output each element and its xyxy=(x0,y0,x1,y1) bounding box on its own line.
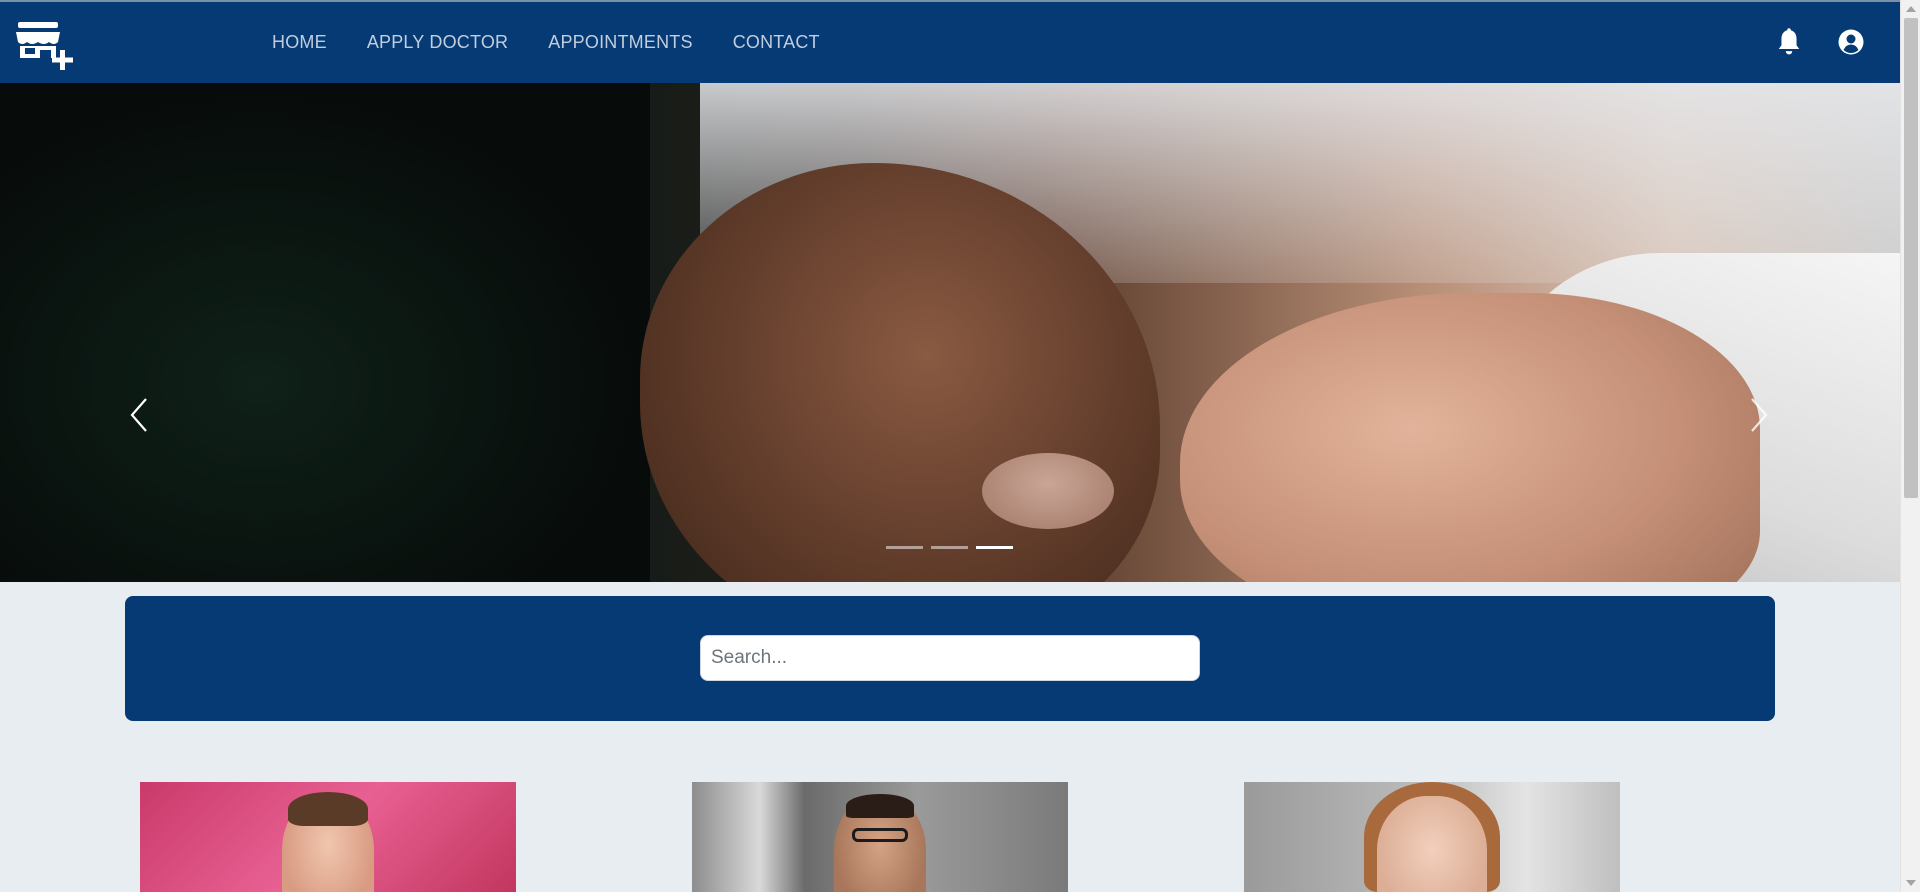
doctor-card[interactable] xyxy=(1244,782,1620,892)
main-nav: HOME APPLY DOCTOR APPOINTMENTS CONTACT xyxy=(272,2,820,83)
nav-link-appointments[interactable]: APPOINTMENTS xyxy=(548,32,692,53)
scrollbar-thumb[interactable] xyxy=(1904,18,1918,498)
doctor-photo-glasses xyxy=(852,828,908,842)
hero-image-thumb xyxy=(982,453,1114,529)
navbar: HOME APPLY DOCTOR APPOINTMENTS CONTACT xyxy=(0,2,1900,83)
hero-image-hand xyxy=(1180,293,1760,582)
nav-icon-group xyxy=(1776,28,1864,56)
nav-link-home[interactable]: HOME xyxy=(272,32,327,53)
search-panel xyxy=(125,596,1775,721)
bell-icon[interactable] xyxy=(1776,28,1802,56)
doctor-card[interactable] xyxy=(692,782,1068,892)
nav-link-contact[interactable]: CONTACT xyxy=(733,32,820,53)
doctor-card[interactable] xyxy=(140,782,516,892)
carousel-indicator-1[interactable] xyxy=(886,546,923,549)
search-input[interactable] xyxy=(700,635,1200,681)
nav-link-apply-doctor[interactable]: APPLY DOCTOR xyxy=(367,32,508,53)
doctor-photo-hair xyxy=(846,794,914,818)
carousel-indicators xyxy=(886,546,1013,549)
chevron-right-icon[interactable] xyxy=(1742,393,1772,437)
hero-carousel xyxy=(0,83,1900,582)
page-scrollbar[interactable] xyxy=(1900,0,1920,892)
hero-image-background xyxy=(0,83,650,582)
user-circle-icon[interactable] xyxy=(1838,28,1864,56)
carousel-indicator-3[interactable] xyxy=(976,546,1013,549)
chevron-left-icon[interactable] xyxy=(126,393,156,437)
doctor-photo-hair xyxy=(288,792,368,826)
carousel-indicator-2[interactable] xyxy=(931,546,968,549)
scroll-down-arrow-icon[interactable] xyxy=(1906,880,1916,886)
scroll-up-arrow-icon[interactable] xyxy=(1906,6,1916,12)
clinic-plus-icon[interactable] xyxy=(16,20,74,72)
doctor-photo xyxy=(1377,796,1487,892)
